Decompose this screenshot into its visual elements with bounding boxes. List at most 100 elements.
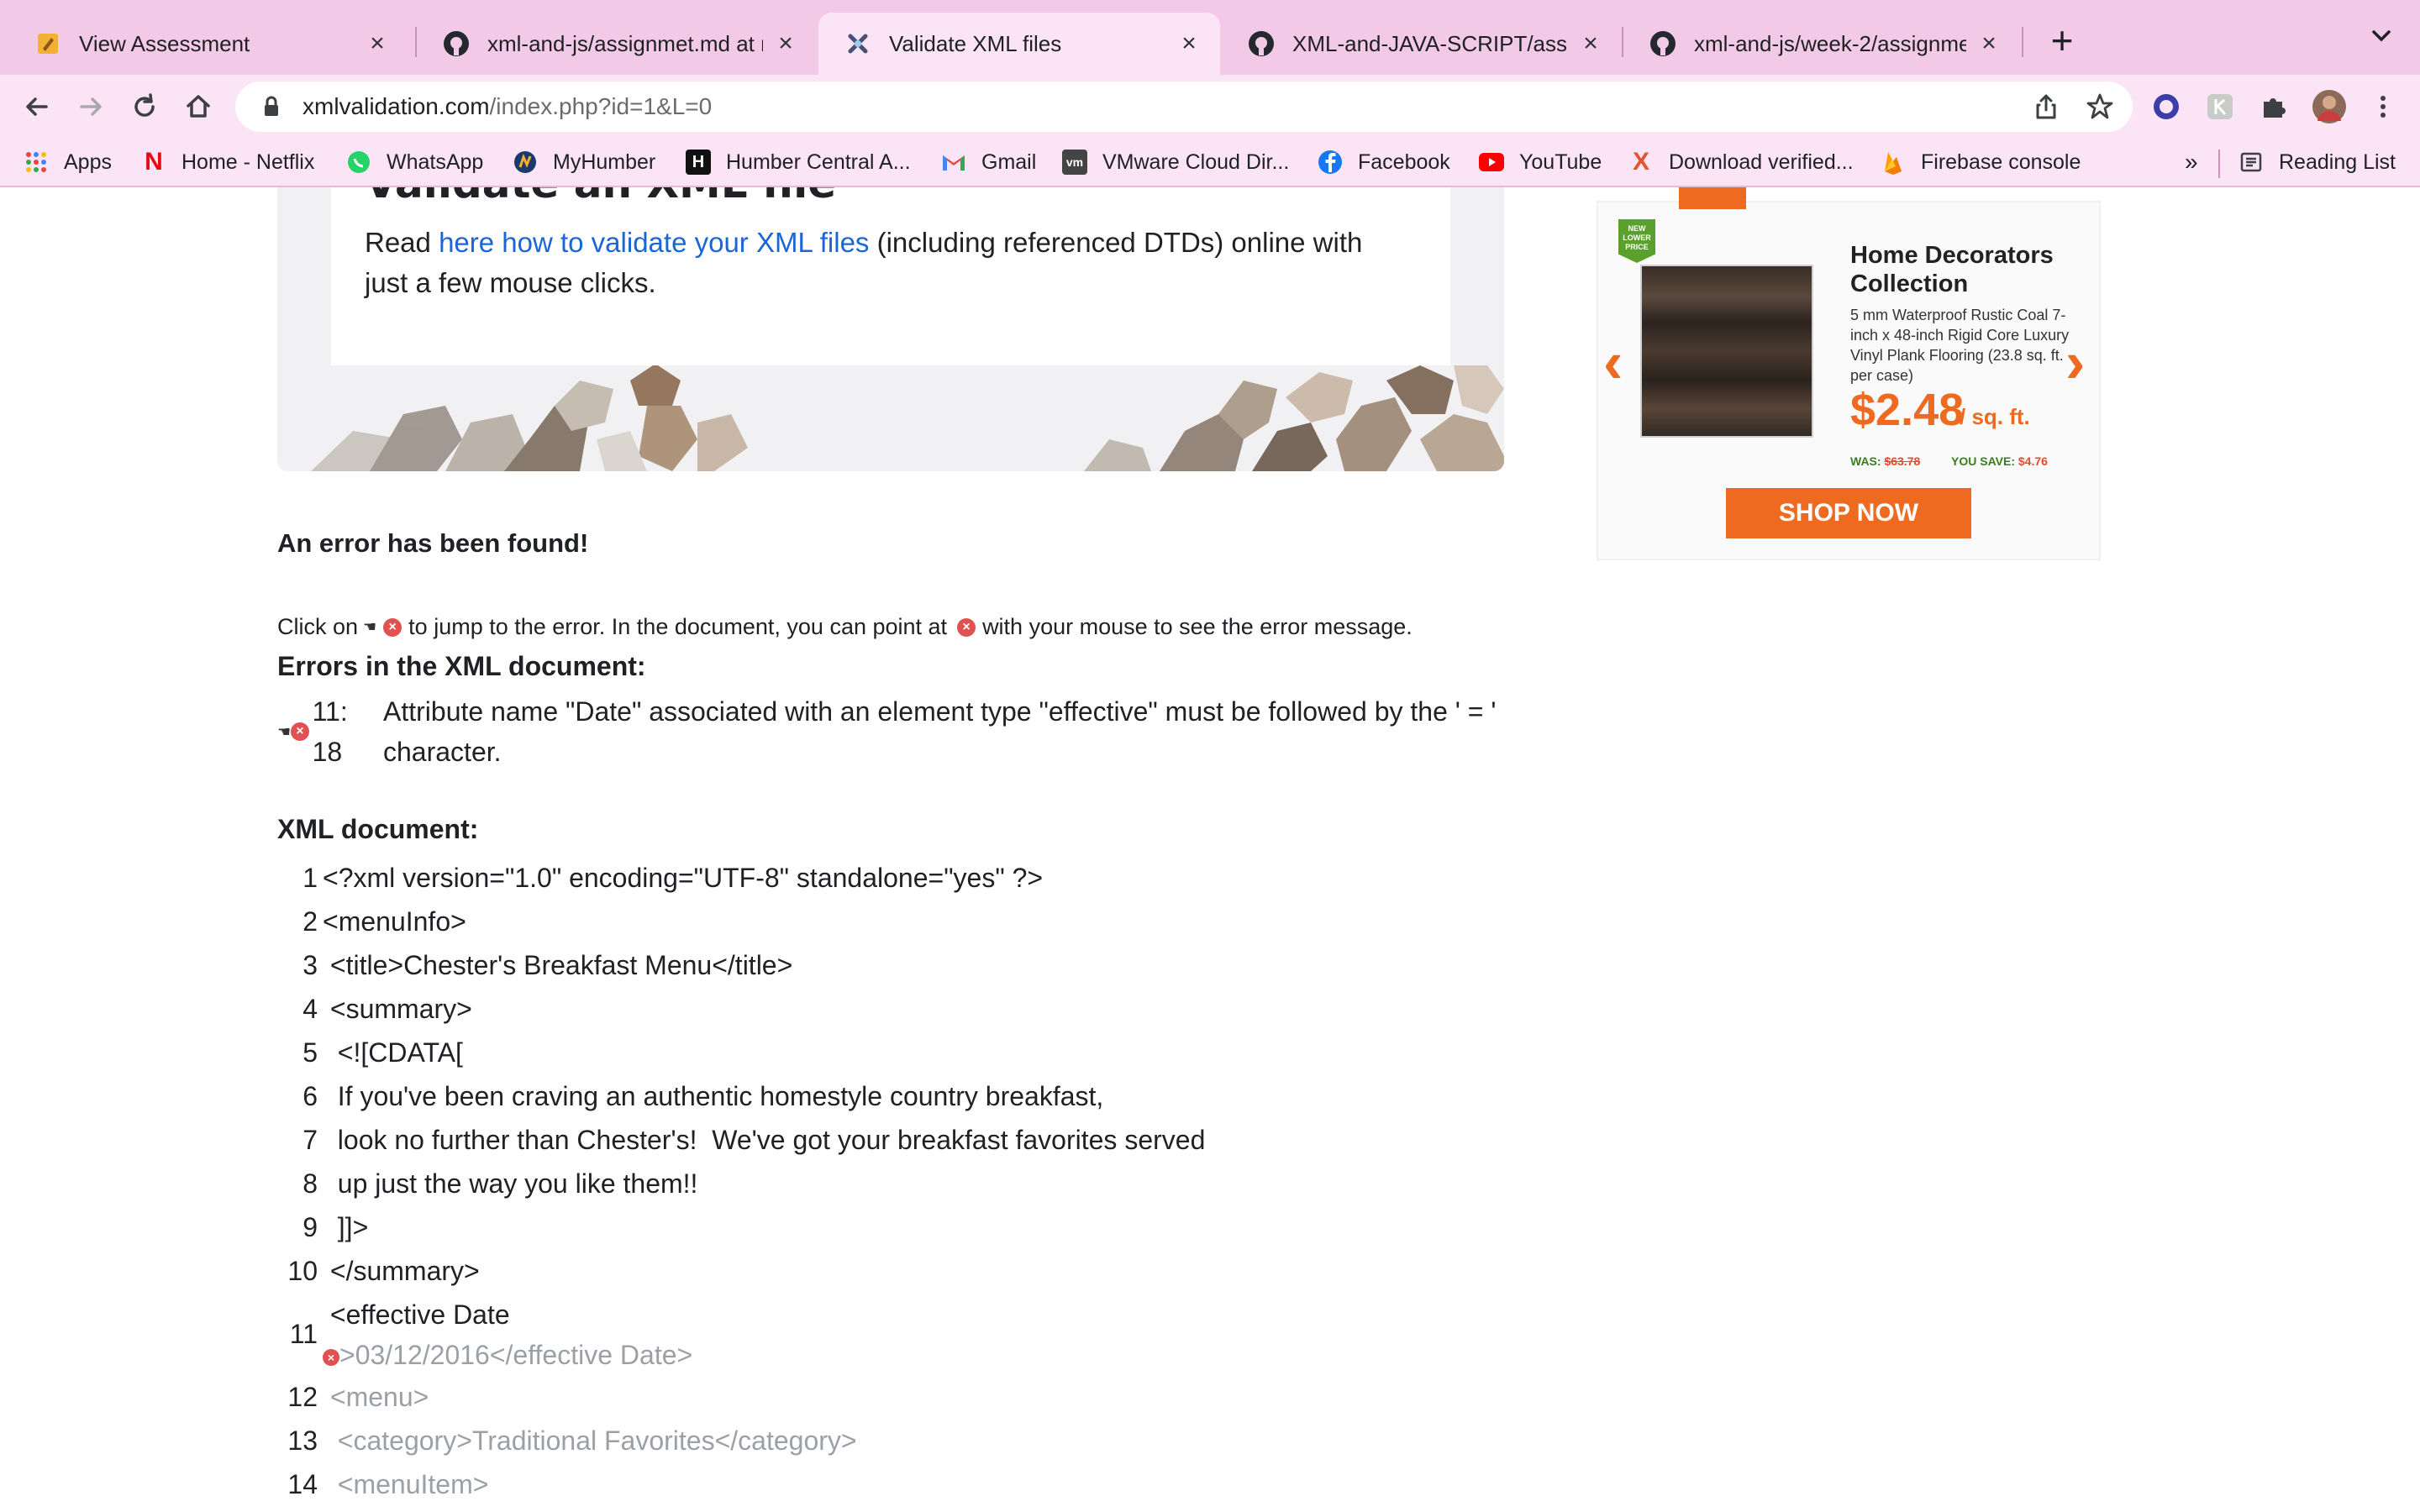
extension-circle-icon[interactable] [2146, 87, 2186, 127]
bookmarks-bar: Apps N Home - Netflix WhatsApp MyHumber … [0, 139, 2420, 187]
error-jump-link[interactable]: ☚ × 11: 18 [277, 696, 383, 767]
line-number: 11 [289, 1319, 318, 1349]
xml-line: 9 ]]> [277, 1205, 1521, 1249]
line-code: <effective Date × >03/12/2016</effective … [318, 1293, 692, 1375]
pointing-hand-icon: ☚ [363, 618, 377, 635]
reload-icon[interactable] [121, 83, 168, 130]
close-icon[interactable]: × [1578, 31, 1603, 56]
close-icon[interactable]: × [1976, 31, 2002, 56]
back-arrow-icon[interactable] [13, 83, 60, 130]
xml-line: 5 <![CDATA[ [277, 1031, 1521, 1074]
line-code: <menu> [323, 1382, 429, 1412]
download-x-icon: X [1632, 148, 1649, 176]
product-ad[interactable]: NEW LOWER PRICE ‹ › Home Decorators Coll… [1597, 187, 2101, 560]
bookmarks-overflow-chevron[interactable]: » [2185, 144, 2198, 181]
address-bar[interactable]: xmlvalidation.com/index.php?id=1&L=0 [235, 81, 2133, 132]
tab-divider [2022, 27, 2023, 57]
tab-validate-xml[interactable]: Validate XML files × [818, 13, 1220, 75]
tab-search-chevron-icon[interactable] [2365, 24, 2398, 60]
line-code: ]]> [323, 1212, 369, 1242]
facebook-icon [1318, 150, 1343, 175]
home-icon[interactable] [175, 83, 222, 130]
ad-prev-arrow-icon[interactable]: ‹ [1603, 328, 1623, 396]
bookmark-netflix[interactable]: N Home - Netflix [141, 144, 314, 181]
vmware-icon: vm [1062, 150, 1087, 175]
xml-line: 13 <category>Traditional Favorites</cate… [277, 1419, 1521, 1462]
bookmark-star-icon[interactable] [2086, 92, 2114, 121]
bookmark-firebase[interactable]: Firebase console [1881, 144, 2081, 181]
line-number: 9 [302, 1212, 318, 1242]
bookmark-download-verified[interactable]: X Download verified... [1628, 144, 1854, 181]
bookmark-vmware[interactable]: vm VMware Cloud Dir... [1062, 144, 1289, 181]
tab-github-week-2[interactable]: xml-and-js/week-2/assignment × [1623, 13, 2020, 75]
lock-icon[interactable] [259, 94, 284, 119]
close-icon[interactable]: × [1176, 31, 1202, 56]
ad-was-price: WAS: $63.78 [1850, 454, 1920, 468]
new-tab-plus-icon[interactable]: + [2044, 21, 2081, 60]
tab-github-xml-and-java-script[interactable]: XML-and-JAVA-SCRIPT/assignment × [1222, 13, 1622, 75]
ad-description: 5 mm Waterproof Rustic Coal 7-inch x 48-… [1850, 307, 2070, 384]
tab-view-assessment[interactable]: View Assessment × [8, 13, 408, 75]
whatsapp-icon [346, 150, 371, 175]
bookmark-facebook[interactable]: Facebook [1318, 144, 1450, 181]
ad-you-save: YOU SAVE: $4.76 [1951, 454, 2048, 468]
forward-arrow-icon[interactable] [67, 83, 114, 130]
hint-part2: to jump to the error. In the document, y… [408, 614, 948, 639]
bookmark-apps[interactable]: Apps [24, 144, 112, 181]
bookmark-humber-central[interactable]: H Humber Central A... [686, 144, 911, 181]
hint-part1: Click on [277, 614, 359, 639]
bookmarks-divider [2218, 150, 2220, 178]
tab-github-assignmet[interactable]: xml-and-js/assignmet.md at main × [417, 13, 817, 75]
bookmark-label: Home - Netflix [182, 150, 315, 174]
reading-list-button[interactable]: Reading List [2238, 144, 2396, 181]
bookmark-label: WhatsApp [387, 150, 484, 174]
tab-title: xml-and-js/assignmet.md at main [487, 30, 763, 56]
line-code: up just the way you like them!! [323, 1168, 698, 1199]
error-message: Attribute name "Date" associated with an… [383, 696, 1497, 767]
bookmark-gmail[interactable]: Gmail [941, 144, 1036, 181]
share-icon[interactable] [2032, 92, 2060, 121]
extensions-puzzle-icon[interactable] [2254, 87, 2294, 127]
pencil-icon [34, 29, 62, 58]
more-menu-icon[interactable] [2363, 87, 2403, 127]
bookmark-youtube[interactable]: YouTube [1479, 144, 1602, 181]
error-found-heading: An error has been found! [277, 528, 589, 558]
profile-avatar[interactable] [2309, 87, 2349, 127]
errors-title: Errors in the XML document: [277, 651, 646, 681]
xml-line: 6 If you've been craving an authentic ho… [277, 1074, 1521, 1118]
extension-k-icon[interactable] [2200, 87, 2240, 127]
xml-line: 12 <menu> [277, 1375, 1521, 1419]
line-code-part2: >03/12/2016</effective Date> [339, 1340, 693, 1370]
humber-central-icon: H [686, 150, 711, 175]
line-code: <menuItem> [323, 1469, 489, 1499]
flooring-product-image[interactable] [1640, 265, 1813, 438]
browser-toolbar: xmlvalidation.com/index.php?id=1&L=0 [0, 75, 2420, 139]
how-to-validate-link[interactable]: here how to validate your XML files [439, 227, 869, 258]
netflix-icon: N [145, 148, 163, 176]
error-marker-icon[interactable]: × [323, 1348, 339, 1366]
line-code: <?xml version="1.0" encoding="UTF-8" sta… [323, 863, 1044, 893]
line-number: 5 [302, 1037, 318, 1068]
hint-part3: with your mouse to see the error message… [982, 614, 1413, 639]
line-code: <menuInfo> [323, 906, 466, 937]
close-icon[interactable]: × [365, 31, 390, 56]
line-number: 14 [287, 1469, 318, 1499]
xml-line: 14 <menuItem> [277, 1462, 1521, 1506]
line-number: 8 [302, 1168, 318, 1199]
new-lower-price-badge: NEW LOWER PRICE [1618, 219, 1655, 263]
error-hint: Click on ☚ × to jump to the error. In the… [277, 614, 1413, 640]
hero-banner: Validate an XML file Read here how to va… [277, 187, 1504, 471]
myhumber-icon [513, 150, 538, 175]
bookmark-label: MyHumber [553, 150, 656, 174]
tab-strip: View Assessment × xml-and-js/assignmet.m… [0, 0, 2420, 75]
bookmark-whatsapp[interactable]: WhatsApp [346, 144, 483, 181]
bookmark-myhumber[interactable]: MyHumber [513, 144, 655, 181]
bookmark-label: Humber Central A... [726, 150, 911, 174]
bookmark-label: Download verified... [1669, 150, 1854, 174]
close-icon[interactable]: × [773, 31, 798, 56]
shop-now-button[interactable]: SHOP NOW [1726, 488, 1971, 538]
xml-line: 1 <?xml version="1.0" encoding="UTF-8" st… [277, 856, 1521, 900]
reading-list-label: Reading List [2279, 150, 2396, 174]
xml-document-title: XML document: [277, 814, 479, 844]
tab-title: Validate XML files [889, 30, 1062, 56]
